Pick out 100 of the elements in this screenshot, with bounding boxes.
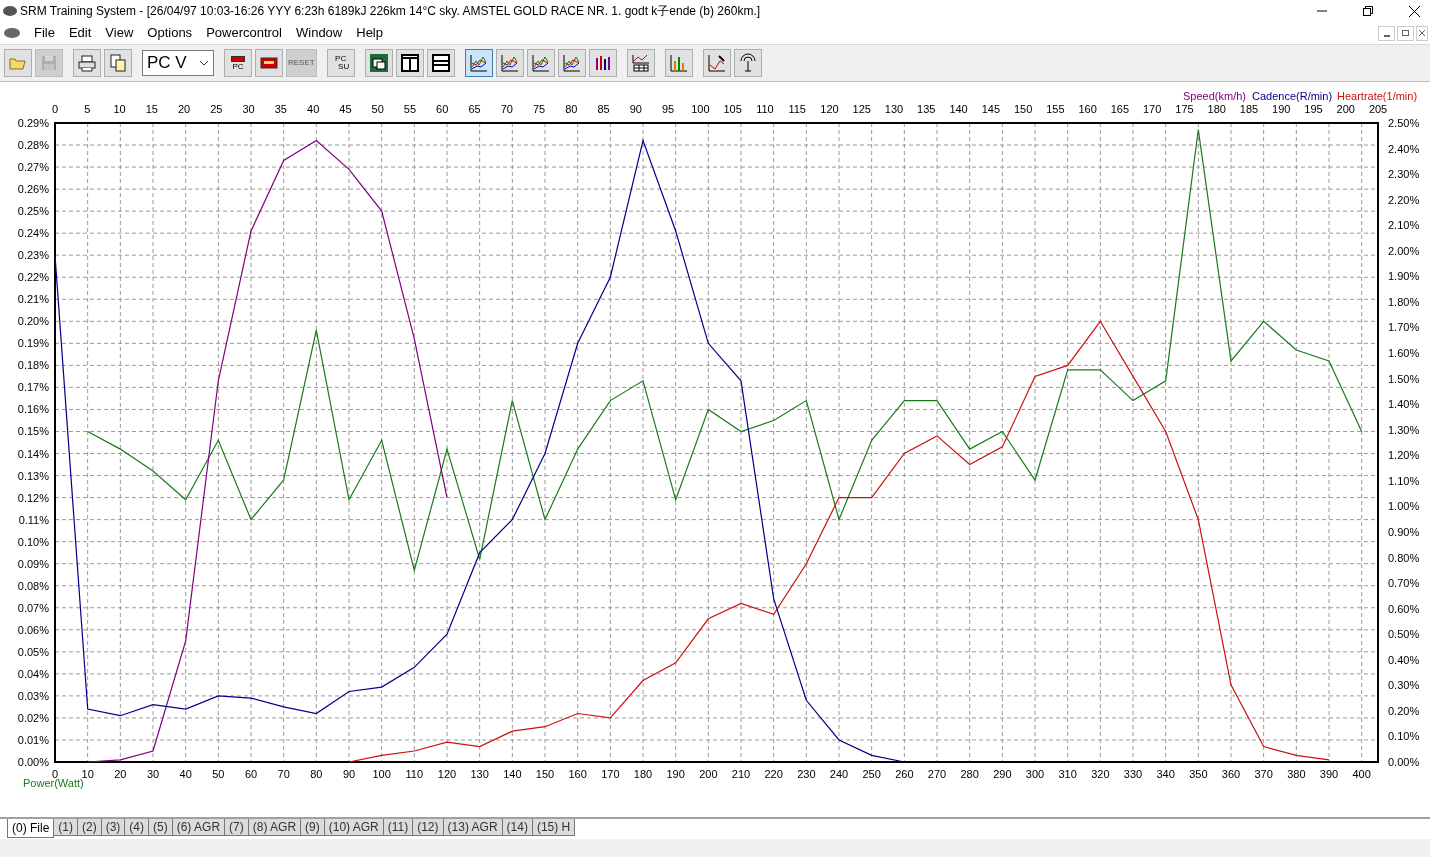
chart-bars-button[interactable] — [588, 49, 617, 77]
restore-button[interactable] — [1397, 25, 1414, 41]
axis-tick-label: 0.04% — [17, 667, 49, 680]
axis-tick-label: 340 — [1156, 768, 1175, 780]
axis-tick-label: 140 — [503, 768, 522, 780]
axis-tick-label: 1.80% — [1388, 295, 1420, 308]
copy-button[interactable] — [104, 49, 132, 77]
axis-tick-label: 150 — [1013, 103, 1033, 115]
axis-tick-label: 170 — [1143, 103, 1162, 115]
axis-tick-label: 1.70% — [1388, 321, 1420, 334]
minimize-button[interactable] — [1378, 25, 1395, 41]
line-chart-icon — [468, 53, 489, 73]
axis-tick-label: 120 — [820, 103, 839, 115]
axis-tick-label: 170 — [601, 768, 620, 780]
menu-item[interactable]: View — [98, 23, 141, 43]
close-icon[interactable] — [1409, 5, 1420, 17]
sheet-tab[interactable]: (8) AGR — [247, 819, 302, 836]
restore-icon[interactable] — [1363, 6, 1373, 16]
chart-lines-button[interactable] — [464, 49, 493, 77]
axis-tick-label: 100 — [372, 768, 391, 780]
card-button[interactable] — [255, 49, 283, 77]
window-title: SRM Training System - [26/04/97 10:03-16:26 YYY 6:23h 6189kJ 226km 14°C sky. AMSTEL GOLD RACE NR. 1. godt k子ende (b) 260km.] — [20, 3, 761, 20]
axis-tick-label: 200 — [699, 768, 718, 780]
axis-tick-label: 0.40% — [1388, 653, 1420, 666]
sheet-tab[interactable]: (1) — [53, 819, 78, 836]
axis-tick-label: 65 — [468, 103, 481, 115]
axis-tick-label: 0.90% — [1388, 525, 1420, 538]
sheet-tab[interactable]: (5) — [148, 819, 173, 836]
sheet-tab[interactable]: (0) File — [7, 819, 55, 838]
axis-tick-label: 0.01% — [17, 733, 49, 746]
sheet-tab[interactable]: (15) H — [531, 819, 576, 836]
legend-label: Speed(km/h) — [1183, 90, 1246, 102]
pc-download-button[interactable]: PC — [224, 49, 252, 77]
axis-tick-label: 0.19% — [17, 337, 49, 350]
line-chart-icon — [530, 53, 551, 73]
sheet-tab[interactable]: (12) — [412, 819, 444, 836]
axis-tick-label: 160 — [1078, 103, 1097, 115]
chart-table-button[interactable] — [626, 49, 655, 77]
split-horizontal-button[interactable] — [426, 49, 455, 77]
menu-item[interactable]: Options — [140, 23, 200, 43]
axis-tick-label: 0.14% — [17, 447, 49, 460]
axis-tick-label: 0.12% — [17, 491, 49, 504]
chart-bands-button[interactable] — [495, 49, 524, 77]
axis-tick-label: 85 — [597, 103, 610, 115]
menu-item[interactable]: Window — [289, 23, 350, 43]
columns-icon — [399, 53, 420, 73]
print-button[interactable] — [73, 49, 101, 77]
axis-tick-label: 260 — [895, 768, 914, 780]
axis-tick-label: 0.25% — [17, 205, 49, 218]
axis-tick-label: 230 — [797, 768, 816, 780]
menu-item[interactable]: Powercontrol — [199, 23, 289, 43]
menu-item[interactable]: Help — [349, 23, 390, 43]
axis-tick-label: 1.00% — [1388, 500, 1420, 513]
axis-tick-label: 0.00% — [17, 756, 49, 768]
mode-dropdown[interactable]: PC V — [142, 50, 214, 76]
pc-sv-button[interactable]: PC SU — [326, 49, 355, 77]
axis-tick-label: 175 — [1175, 103, 1194, 115]
axis-tick-label: 115 — [788, 103, 806, 115]
chart-peaks-button[interactable] — [557, 49, 586, 77]
axis-tick-label: 0.80% — [1388, 551, 1420, 564]
antenna-icon — [737, 53, 758, 73]
axis-tick-label: 30 — [242, 103, 255, 115]
legend-label: Heartrate(1/min) — [1337, 90, 1418, 102]
table-chart-icon — [630, 53, 651, 73]
axis-tick-label: 110 — [756, 103, 774, 115]
sheet-tab[interactable]: (14) — [501, 819, 533, 836]
axis-tick-label: 120 — [437, 768, 457, 780]
sheet-tab[interactable]: (13) AGR — [442, 819, 503, 836]
axis-tick-label: 60 — [244, 768, 258, 780]
chart-rise-button[interactable] — [526, 49, 555, 77]
sheet-tab[interactable]: (9) — [300, 819, 325, 836]
axis-tick-label: 1.90% — [1388, 270, 1420, 283]
axis-tick-label: 10 — [113, 103, 126, 115]
menu-item[interactable]: Edit — [61, 23, 99, 43]
axis-tick-label: 15 — [145, 103, 158, 115]
chart-pen-button[interactable] — [702, 49, 731, 77]
axis-tick-label: 0 — [51, 768, 59, 780]
sheet-tab[interactable]: (2) — [77, 819, 102, 836]
cascade-button[interactable] — [364, 49, 393, 77]
axis-tick-label: 110 — [405, 768, 424, 780]
axis-tick-label: 210 — [731, 768, 751, 780]
legend-label: Cadence(R/min) — [1252, 90, 1333, 102]
antenna-button[interactable] — [733, 49, 762, 77]
menu-item[interactable]: File — [27, 23, 62, 43]
axis-tick-label: 0.21% — [17, 293, 49, 306]
sheet-tab[interactable]: (4) — [124, 819, 150, 836]
axis-tick-label: 70 — [277, 768, 290, 780]
axis-tick-label: 40 — [179, 768, 192, 780]
split-vertical-button[interactable] — [395, 49, 424, 77]
sheet-tab[interactable]: (7) — [224, 819, 249, 836]
histogram-button[interactable] — [664, 49, 693, 77]
axis-tick-label: 30 — [146, 768, 160, 780]
axis-tick-label: 1.30% — [1388, 423, 1420, 436]
rows-icon — [430, 53, 451, 73]
close-button[interactable] — [1416, 25, 1428, 41]
sheet-tab[interactable]: (6) AGR — [171, 819, 226, 836]
axis-tick-label: 0.10% — [1388, 730, 1420, 743]
axis-tick-label: 0.24% — [17, 227, 49, 240]
axis-tick-label: 90 — [629, 103, 642, 115]
sheet-tab[interactable]: (10) AGR — [323, 819, 384, 836]
